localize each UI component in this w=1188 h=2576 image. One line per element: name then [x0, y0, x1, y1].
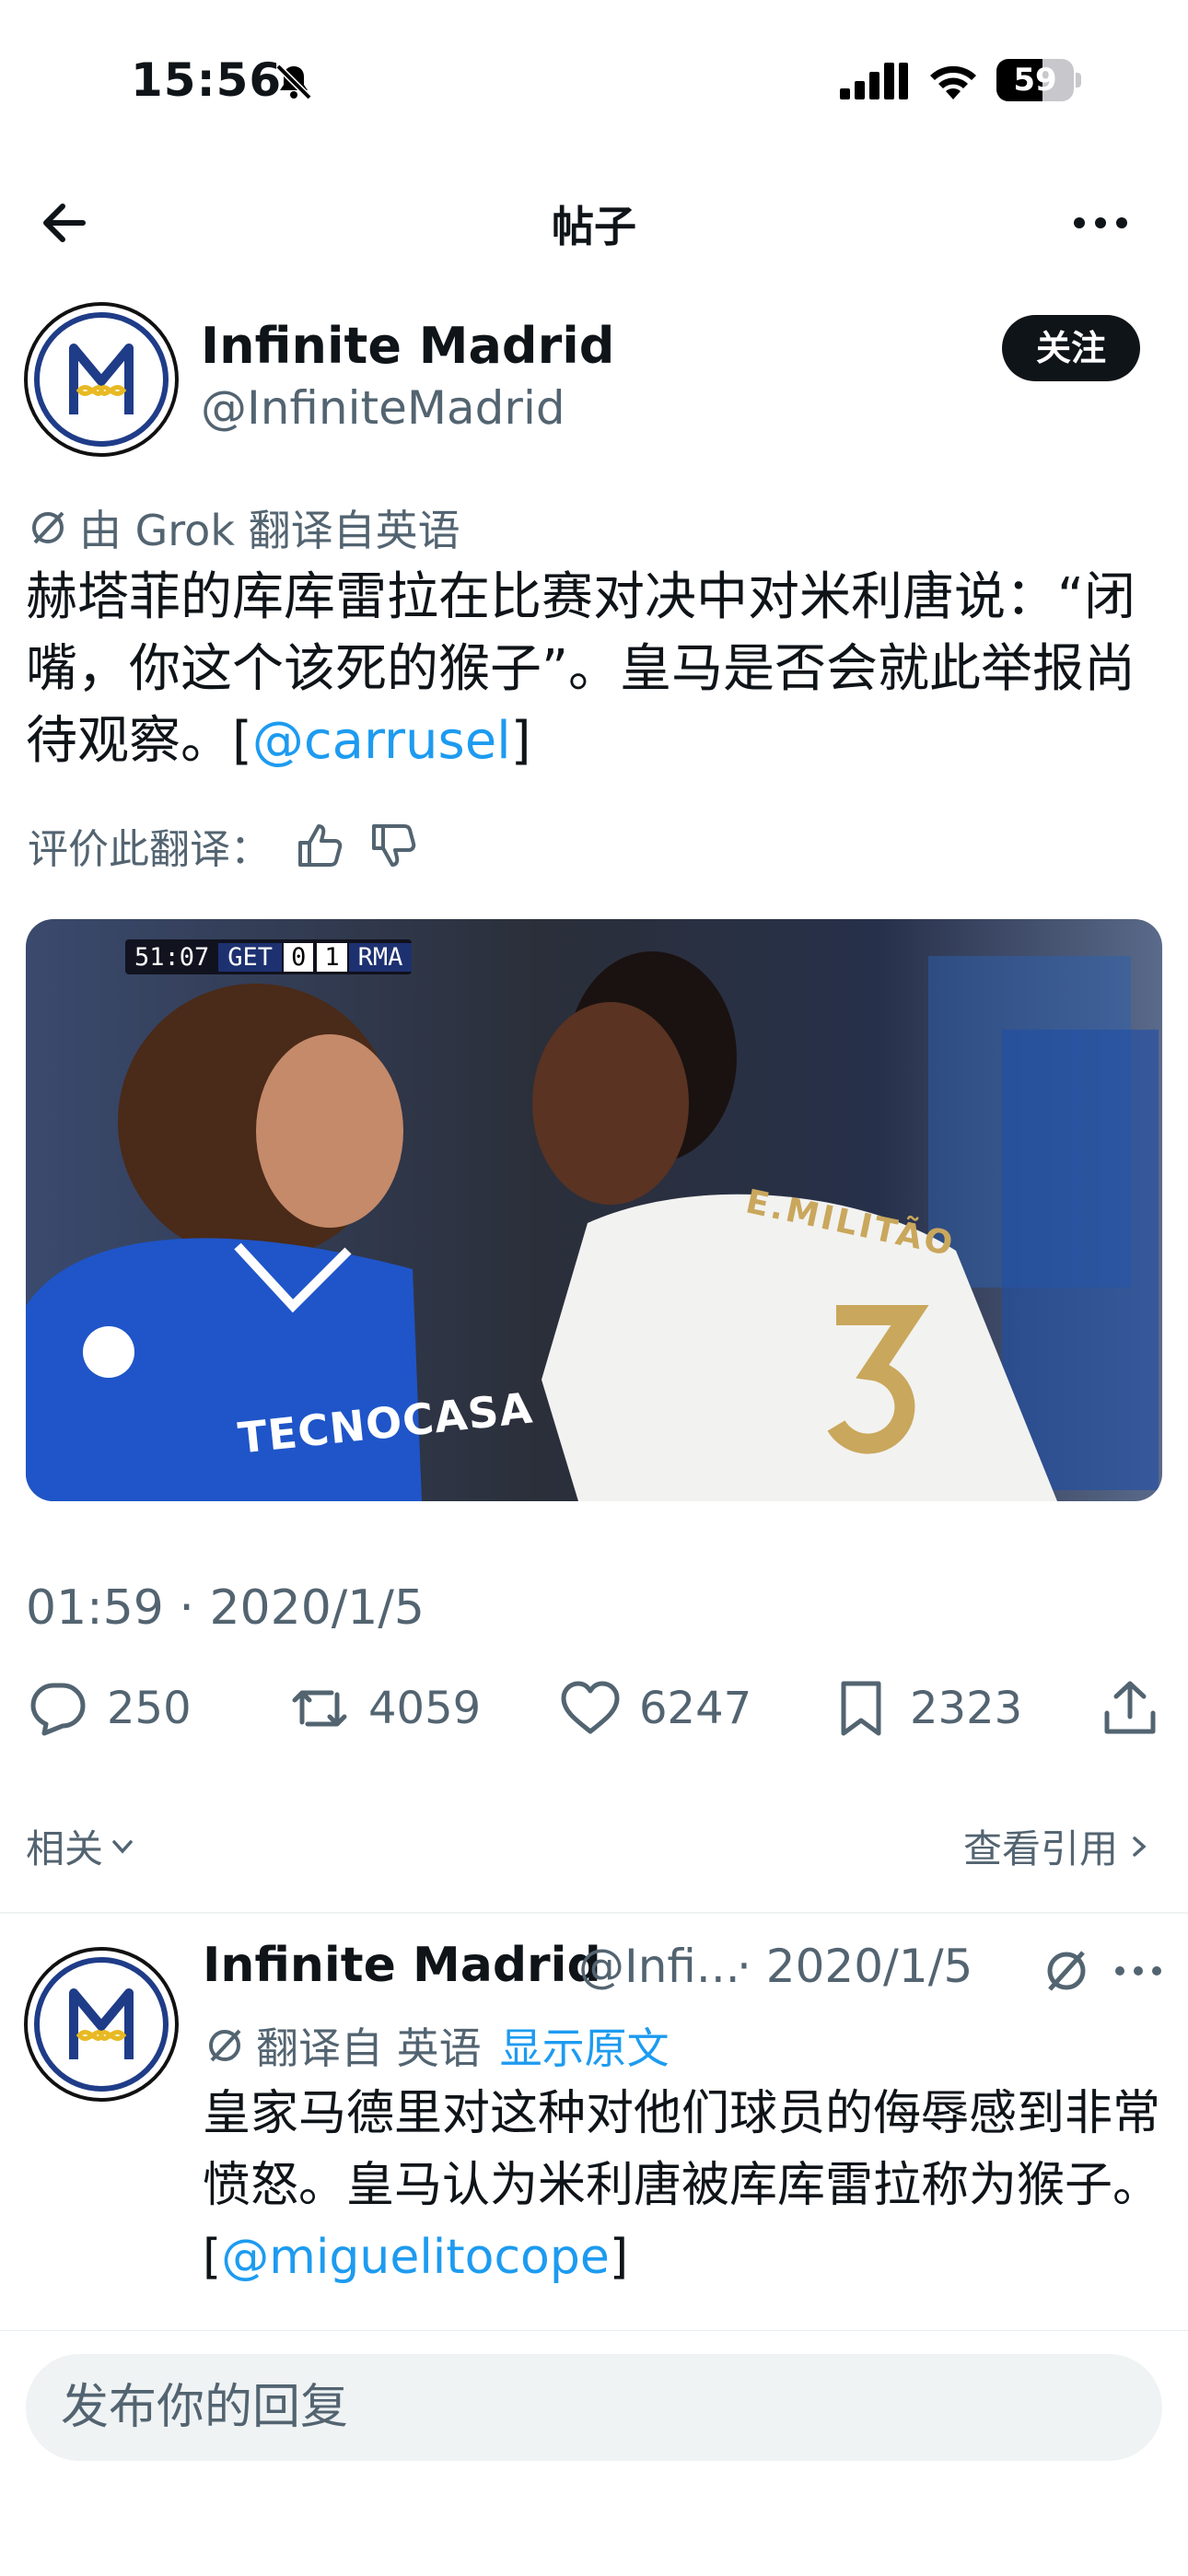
scorebug-time: 51:07 — [134, 942, 210, 972]
divider — [0, 1912, 1188, 1914]
heart-icon — [561, 1681, 620, 1734]
reply-more-icon[interactable] — [1112, 1952, 1164, 1989]
thumbs-up-icon[interactable] — [295, 821, 344, 870]
match-photo — [26, 919, 1162, 1501]
rate-translation-label: 评价此翻译： — [28, 826, 271, 873]
reply-avatar[interactable] — [24, 1947, 179, 2102]
post-text-main: 赫塔菲的库库雷拉在比赛对决中对米利唐说：“闭嘴，你这个该死的猴子”。皇马是否会就… — [26, 567, 1136, 771]
reply-translation-text: 翻译自 英语 — [256, 2023, 482, 2073]
translation-note: 由 Grok 翻译自英语 — [28, 497, 460, 558]
reply-icon — [30, 1683, 86, 1736]
reply-author-handle[interactable]: @Infi... — [578, 1940, 740, 1993]
avatar[interactable] — [24, 302, 179, 457]
show-original-link[interactable]: 显示原文 — [500, 2015, 670, 2076]
home-score: 0 — [284, 942, 314, 972]
like-count: 6247 — [639, 1683, 752, 1734]
reply-input[interactable] — [26, 2354, 1162, 2461]
view-quotes-label: 查看引用 — [963, 1826, 1119, 1871]
like-action[interactable]: 6247 — [558, 1676, 751, 1741]
rate-translation: 评价此翻译： — [28, 816, 418, 875]
translation-note-text: 由 Grok 翻译自英语 — [79, 506, 460, 555]
reply-text: 皇家马德里对这种对他们球员的侮辱感到非常愤怒。皇马认为米利唐被库库雷拉称为猴子。… — [203, 2078, 1160, 2293]
mention-link[interactable]: @carrusel — [252, 711, 511, 771]
repost-count: 4059 — [368, 1683, 482, 1734]
related-label: 相关 — [26, 1826, 104, 1871]
home-team: GET — [218, 942, 283, 972]
reply-author-name[interactable]: Infinite Madrid — [203, 1938, 601, 1993]
bookmark-action[interactable]: 2323 — [829, 1676, 1022, 1741]
repost-icon — [292, 1690, 347, 1727]
author-handle[interactable]: @InfiniteMadrid — [201, 381, 565, 435]
bookmark-count: 2323 — [910, 1683, 1023, 1734]
status-time: 15:56 — [131, 53, 283, 107]
page-title: 帖子 — [552, 202, 636, 251]
chevron-down-icon — [112, 1839, 133, 1854]
reply-count: 250 — [107, 1683, 192, 1734]
reply-translation-note: 翻译自 英语 显示原文 — [204, 2015, 670, 2076]
view-quotes-link[interactable]: 查看引用 — [963, 1818, 1151, 1874]
battery-percent: 59 — [1013, 62, 1057, 99]
grok-icon[interactable] — [1039, 1943, 1094, 1999]
grok-icon — [32, 511, 64, 544]
chevron-right-icon — [1133, 1836, 1147, 1857]
reply-text-end: ] — [609, 2230, 629, 2285]
reply-action[interactable]: 250 — [26, 1676, 192, 1741]
post-timestamp: 01:59 · 2020/1/5 — [26, 1580, 425, 1636]
share-icon[interactable] — [1098, 1676, 1162, 1741]
grok-icon — [209, 2029, 241, 2062]
post-text-end: ] — [510, 711, 531, 771]
battery-indicator: 59 — [996, 59, 1081, 101]
more-options-icon[interactable] — [1068, 204, 1133, 241]
post-image[interactable]: 51:07 GET 0 1 RMA E.MILITÃO 3 TECNOCASA — [26, 919, 1162, 1501]
silent-bell-icon — [275, 64, 312, 100]
repost-action[interactable]: 4059 — [287, 1676, 481, 1741]
reply-date: · 2020/1/5 — [737, 1940, 973, 1993]
scorebug: 51:07 GET 0 1 RMA — [125, 939, 413, 974]
thumbs-down-icon[interactable] — [368, 821, 418, 870]
cellular-signal-icon — [840, 63, 908, 99]
reply-mention-link[interactable]: @miguelitocope — [221, 2230, 610, 2285]
post-text: 赫塔菲的库库雷拉在比赛对决中对米利唐说：“闭嘴，你这个该死的猴子”。皇马是否会就… — [26, 562, 1159, 777]
follow-button[interactable]: 关注 — [1002, 315, 1140, 381]
away-team: RMA — [348, 942, 413, 972]
author-name[interactable]: Infinite Madrid — [201, 317, 614, 375]
bookmark-icon — [841, 1681, 881, 1736]
wifi-icon — [930, 65, 976, 99]
related-dropdown[interactable]: 相关 — [26, 1818, 136, 1874]
away-score: 1 — [317, 942, 347, 972]
